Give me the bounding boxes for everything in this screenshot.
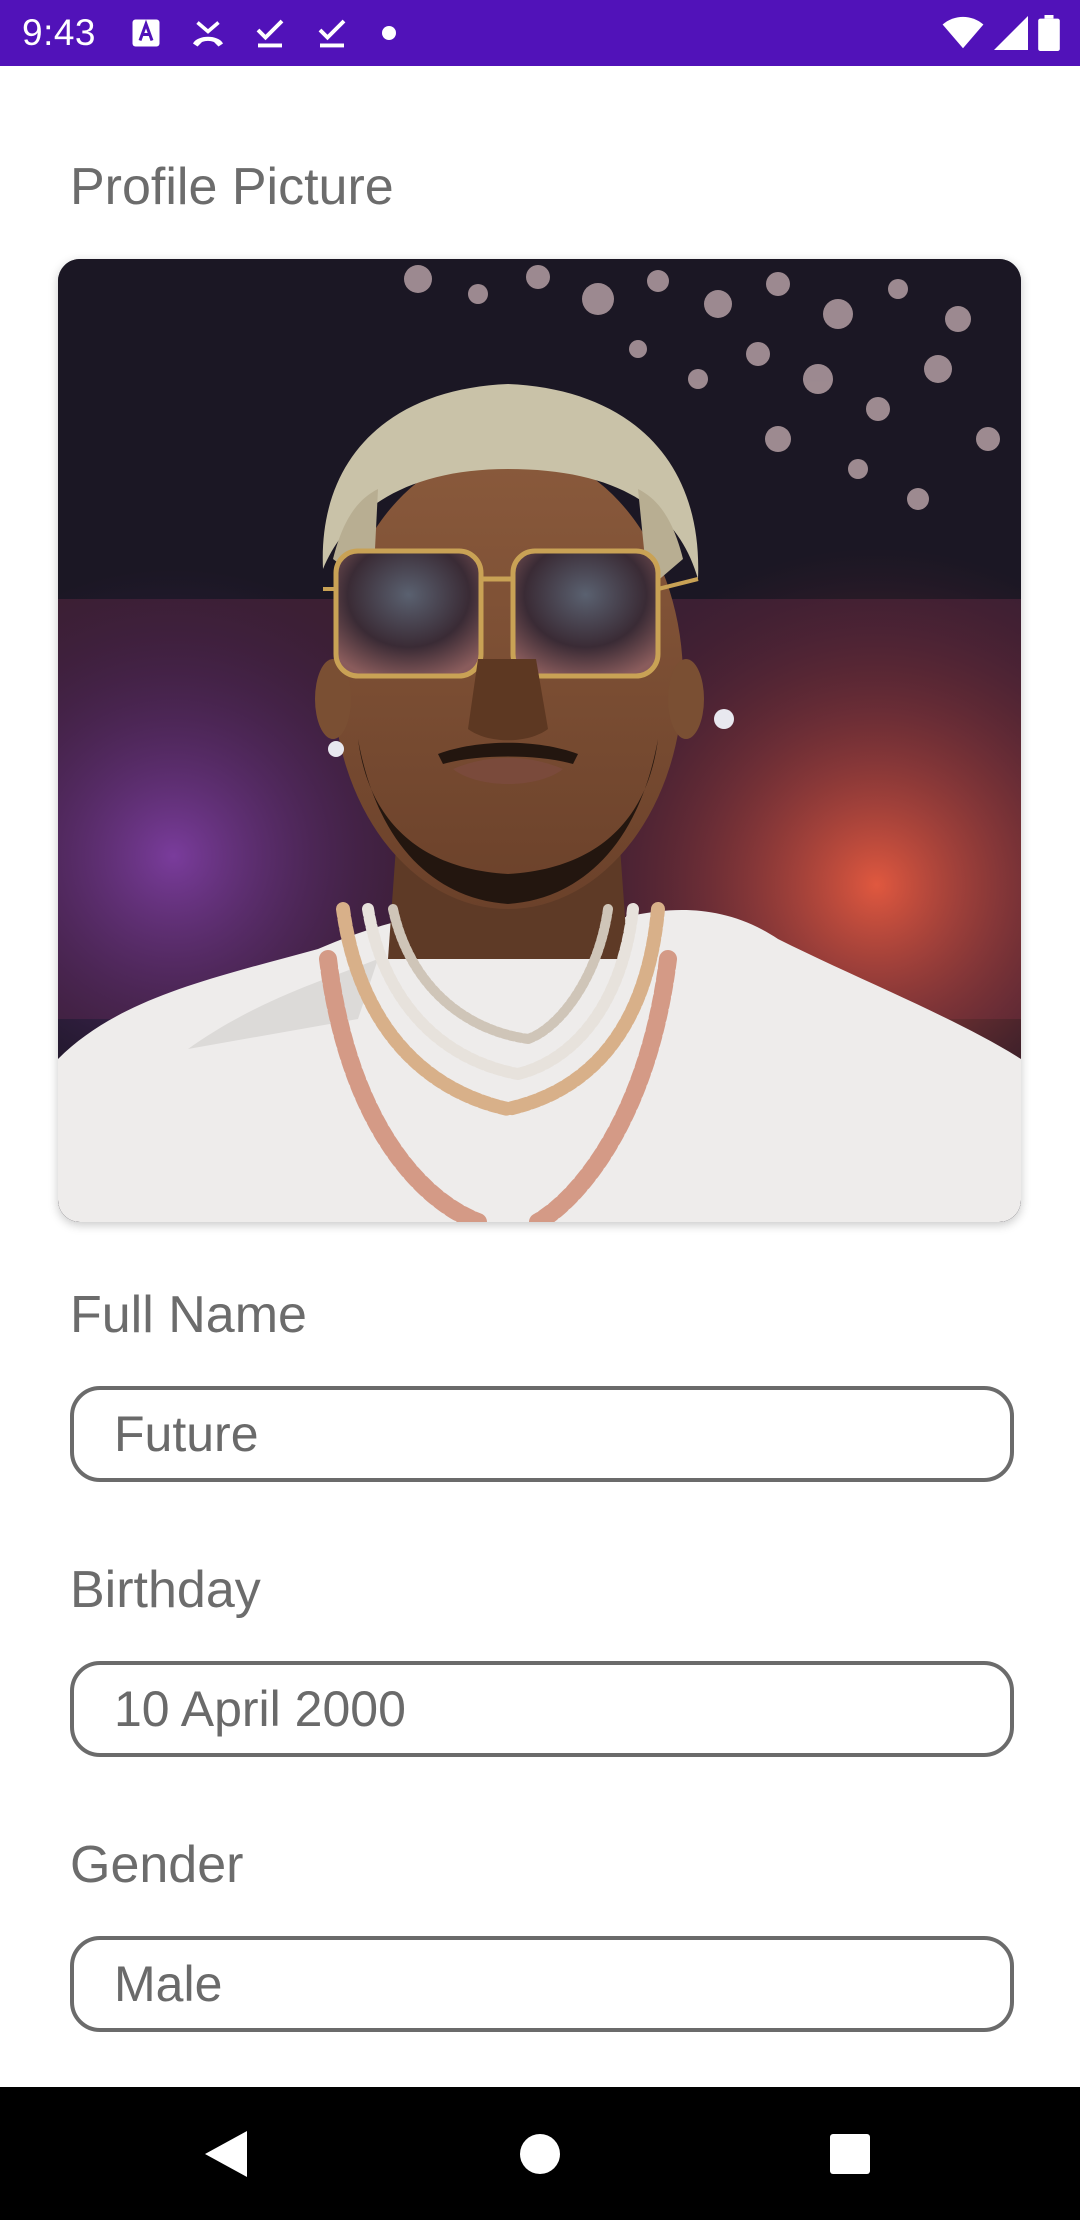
notification-icons [128, 14, 422, 52]
back-icon [205, 2131, 247, 2177]
gender-label: Gender [70, 1836, 244, 1894]
profile-picture-label: Profile Picture [70, 158, 394, 216]
home-button[interactable] [497, 2111, 583, 2197]
battery-icon [1038, 15, 1060, 51]
recents-button[interactable] [807, 2111, 893, 2197]
system-icons [932, 14, 1060, 52]
checkmark-download-icon [256, 19, 284, 48]
full-name-label: Full Name [70, 1286, 307, 1344]
gender-field[interactable]: Male [70, 1936, 1014, 2032]
status-time: 9:43 [22, 12, 97, 53]
missed-call-icon [193, 21, 223, 47]
status-bar: 9:43 [0, 0, 1080, 66]
text-a-icon [132, 19, 160, 47]
navigation-bar [0, 2087, 1080, 2220]
full-name-field[interactable]: Future [70, 1386, 1014, 1482]
home-icon [520, 2134, 560, 2174]
cell-signal-icon [994, 16, 1028, 50]
checkmark-download-icon [318, 19, 346, 48]
back-button[interactable] [183, 2111, 269, 2197]
recents-icon [830, 2134, 870, 2174]
birthday-field[interactable]: 10 April 2000 [70, 1661, 1014, 1757]
birthday-value: 10 April 2000 [114, 1681, 406, 1737]
gender-value: Male [114, 1956, 223, 2012]
wifi-icon [942, 16, 984, 49]
dot-icon [382, 26, 396, 40]
full-name-value: Future [114, 1406, 259, 1462]
profile-picture[interactable] [58, 259, 1021, 1222]
birthday-label: Birthday [70, 1561, 261, 1619]
